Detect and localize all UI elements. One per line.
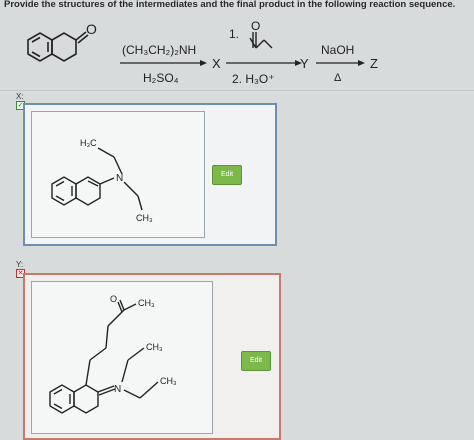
structure-y: N O CH₃ CH₃ CH₃	[49, 294, 177, 414]
atom-oxygen-y: O	[110, 294, 117, 304]
reagent3-bottom: Δ	[334, 72, 342, 84]
scheme-divider	[0, 90, 474, 91]
edit-button-x[interactable]: Edit	[212, 165, 242, 185]
atom-methyl-ketone-y: CH₃	[138, 298, 155, 308]
starting-ketone-structure	[27, 31, 89, 62]
atom-methyl-3-y: CH₃	[160, 376, 177, 386]
drawing-canvas-y[interactable]: N O CH₃ CH₃ CH₃	[31, 281, 213, 434]
slot-y-label: Y:	[16, 260, 24, 269]
atom-methyl-top-x: H₃C	[80, 138, 97, 148]
drawing-canvas-x[interactable]: N H₃C CH₃	[31, 111, 205, 238]
reaction-scheme: O (CH₃CH₂)₂NH H₂SO₄ X 1. O 2. H₃O⁺ Y NaO…	[27, 19, 378, 86]
reagent1-bottom: H₂SO₄	[143, 71, 179, 85]
answer-panel-x[interactable]: N H₃C CH₃ Edit	[23, 103, 277, 246]
reagent1-top: (CH₃CH₂)₂NH	[122, 43, 196, 57]
product-y-label: Y	[300, 56, 309, 71]
structure-x: N H₃C CH₃	[51, 138, 153, 223]
product-z-label: Z	[370, 56, 378, 71]
ketone-oxygen: O	[86, 21, 97, 37]
slot-x-label: X:	[16, 92, 24, 101]
methyl-vinyl-ketone-structure	[249, 32, 273, 49]
atom-methyl-bottom-x: CH₃	[136, 213, 153, 223]
step2-bottom: 2. H₃O⁺	[232, 72, 275, 86]
product-x-label: X	[212, 56, 221, 71]
step2-top: 1.	[229, 27, 239, 41]
answer-panel-y[interactable]: N O CH₃ CH₃ CH₃ Edit	[23, 273, 281, 440]
atom-nitrogen-y: N	[114, 384, 121, 395]
atom-methyl-2-y: CH₃	[146, 342, 163, 352]
atom-nitrogen-x: N	[116, 173, 123, 184]
mvk-oxygen: O	[251, 19, 260, 33]
edit-button-y[interactable]: Edit	[241, 351, 271, 371]
reagent3-top: NaOH	[321, 43, 354, 57]
